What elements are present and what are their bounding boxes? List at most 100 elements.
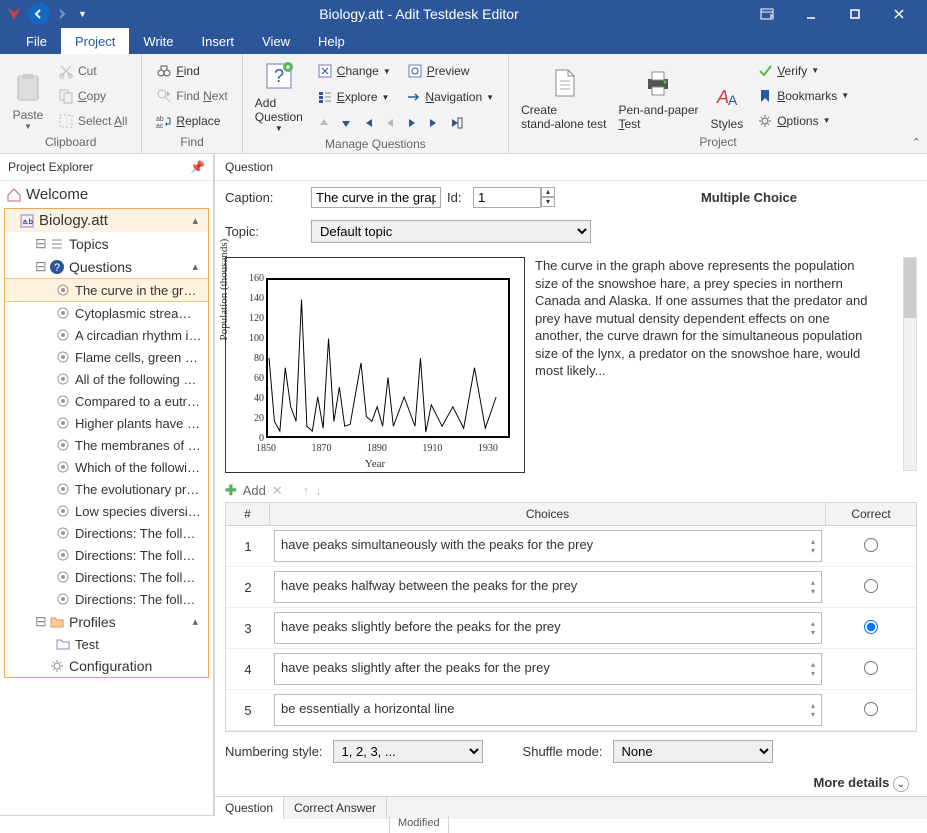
explore-button[interactable]: Explore ▼ — [313, 87, 394, 107]
paste-icon — [12, 72, 44, 104]
tree-config[interactable]: Configuration — [5, 655, 208, 677]
maximize-button[interactable] — [833, 0, 877, 28]
history-dropdown[interactable]: ▼ — [72, 9, 93, 19]
collapse-icon[interactable]: ▴ — [192, 214, 202, 227]
shuffle-select[interactable]: None — [613, 740, 773, 763]
verify-button[interactable]: Verify ▼ — [753, 61, 853, 81]
correct-radio[interactable] — [864, 702, 878, 716]
tree-question-item[interactable]: The curve in the graph ... — [5, 278, 208, 302]
choice-text-input[interactable]: be essentially a horizontal line▴▾ — [274, 694, 822, 726]
tree-topics[interactable]: ⊟Topics — [5, 232, 208, 255]
choice-row: 5be essentially a horizontal line▴▾ — [226, 690, 916, 731]
find-button[interactable]: Find — [152, 61, 231, 81]
ribbon: Paste ▼ Cut Copy Select All Clipboard Fi… — [0, 54, 927, 154]
correct-radio[interactable] — [864, 538, 878, 552]
tree-question-item[interactable]: Which of the following ... — [5, 456, 208, 478]
svg-text:ab: ab — [156, 116, 164, 123]
collapse-icon[interactable]: ▴ — [192, 615, 202, 628]
choice-spinner[interactable]: ▴▾ — [811, 660, 815, 678]
nav-up-icon[interactable] — [317, 116, 331, 130]
nav-last-icon[interactable] — [427, 116, 441, 130]
menu-file[interactable]: File — [12, 28, 61, 54]
correct-radio[interactable] — [864, 620, 878, 634]
tree-question-item[interactable]: The membranes of mit... — [5, 434, 208, 456]
id-input[interactable] — [473, 187, 541, 208]
tree-question-item[interactable]: Low species diversity w... — [5, 500, 208, 522]
nav-down-icon[interactable] — [339, 116, 353, 130]
choice-number: 5 — [226, 695, 270, 726]
forward-button — [50, 3, 72, 25]
numbering-select[interactable]: 1, 2, 3, ... — [333, 740, 483, 763]
choice-spinner[interactable]: ▴▾ — [811, 701, 815, 719]
id-spinner[interactable]: ▴▾ — [541, 187, 555, 208]
close-button[interactable] — [877, 0, 921, 28]
tree-question-item[interactable]: A circadian rhythm is b... — [5, 324, 208, 346]
tree-welcome[interactable]: Welcome — [0, 183, 213, 206]
tree-test[interactable]: Test — [5, 633, 208, 655]
choice-spinner[interactable]: ▴▾ — [811, 537, 815, 555]
tree-question-item[interactable]: The evolutionary proce... — [5, 478, 208, 500]
tree-question-item[interactable]: Higher plants have a p... — [5, 412, 208, 434]
tree-file[interactable]: a.bBiology.att▴ — [5, 209, 208, 232]
menu-help[interactable]: Help — [304, 28, 359, 54]
create-test-button[interactable]: Createstand-alone test — [515, 58, 612, 133]
menu-insert[interactable]: Insert — [188, 28, 249, 54]
move-down-button: ↓ — [315, 483, 322, 498]
file-icon: a.b — [19, 213, 35, 229]
back-button[interactable] — [28, 3, 50, 25]
choice-text-input[interactable]: have peaks slightly after the peaks for … — [274, 653, 822, 685]
choice-text-input[interactable]: have peaks slightly before the peaks for… — [274, 612, 822, 644]
menu-project[interactable]: Project — [61, 28, 129, 54]
radio-icon — [55, 481, 71, 497]
tree-question-item[interactable]: Directions: The followin... — [5, 544, 208, 566]
change-button[interactable]: Change ▼ — [313, 61, 395, 81]
pen-paper-button[interactable]: Pen-and-paperTest — [612, 58, 704, 133]
collapse-icon[interactable]: ▴ — [192, 260, 202, 273]
choice-spinner[interactable]: ▴▾ — [811, 578, 815, 596]
nav-first-icon[interactable] — [361, 116, 375, 130]
find-next-icon — [156, 88, 172, 104]
tree-question-item[interactable]: Directions: The followin... — [5, 522, 208, 544]
navigation-button[interactable]: Navigation ▼ — [401, 87, 498, 107]
choice-text-input[interactable]: have peaks halfway between the peaks for… — [274, 571, 822, 603]
ribbon-display-button[interactable] — [745, 0, 789, 28]
nav-goto-icon[interactable] — [449, 116, 463, 130]
tree-question-item[interactable]: Directions: The followin... — [5, 566, 208, 588]
bookmarks-button[interactable]: Bookmarks ▼ — [753, 86, 853, 106]
project-explorer-panel: Project Explorer 📌 Welcome a.bBiology.at… — [0, 154, 214, 815]
menu-write[interactable]: Write — [129, 28, 187, 54]
replace-button[interactable]: abacReplace — [152, 111, 231, 131]
topic-select[interactable]: Default topic — [311, 220, 591, 243]
scrollbar[interactable] — [903, 257, 917, 471]
delete-choice-button: ✕ — [272, 483, 283, 499]
tree-question-item[interactable]: Compared to a eutrop... — [5, 390, 208, 412]
question-icon: ? — [49, 259, 65, 275]
choice-text-input[interactable]: have peaks simultaneously with the peaks… — [274, 530, 822, 562]
preview-button[interactable]: Preview — [403, 61, 474, 81]
project-tree[interactable]: Welcome a.bBiology.att▴ ⊟Topics ⊟?Questi… — [0, 181, 213, 815]
nav-next-icon[interactable] — [405, 116, 419, 130]
tree-question-item[interactable]: All of the following occ... — [5, 368, 208, 390]
add-question-button[interactable]: ? AddQuestion▼ — [249, 58, 309, 135]
correct-radio[interactable] — [864, 579, 878, 593]
minimize-button[interactable] — [789, 0, 833, 28]
add-choice-icon[interactable]: ✚ — [225, 482, 237, 499]
collapse-ribbon-button[interactable]: ⌃ — [912, 136, 921, 149]
nav-prev-icon[interactable] — [383, 116, 397, 130]
tree-profiles[interactable]: ⊟Profiles▴ — [5, 610, 208, 633]
menu-view[interactable]: View — [248, 28, 304, 54]
choice-spinner[interactable]: ▴▾ — [811, 619, 815, 637]
styles-button[interactable]: AA Styles — [705, 58, 750, 133]
bookmark-icon — [757, 88, 773, 104]
options-button[interactable]: Options ▼ — [753, 111, 853, 131]
radio-icon — [55, 305, 71, 321]
tree-question-item[interactable]: Cytoplasmic streaming... — [5, 302, 208, 324]
more-details-button[interactable]: More details ⌄ — [215, 771, 927, 796]
tree-question-item[interactable]: Flame cells, green glan... — [5, 346, 208, 368]
tree-question-item[interactable]: Directions: The followin... — [5, 588, 208, 610]
caption-input[interactable] — [311, 187, 441, 208]
pin-icon[interactable]: 📌 — [190, 160, 205, 174]
tree-questions[interactable]: ⊟?Questions▴ — [5, 255, 208, 278]
correct-radio[interactable] — [864, 661, 878, 675]
add-choice-button[interactable]: Add — [243, 483, 266, 498]
